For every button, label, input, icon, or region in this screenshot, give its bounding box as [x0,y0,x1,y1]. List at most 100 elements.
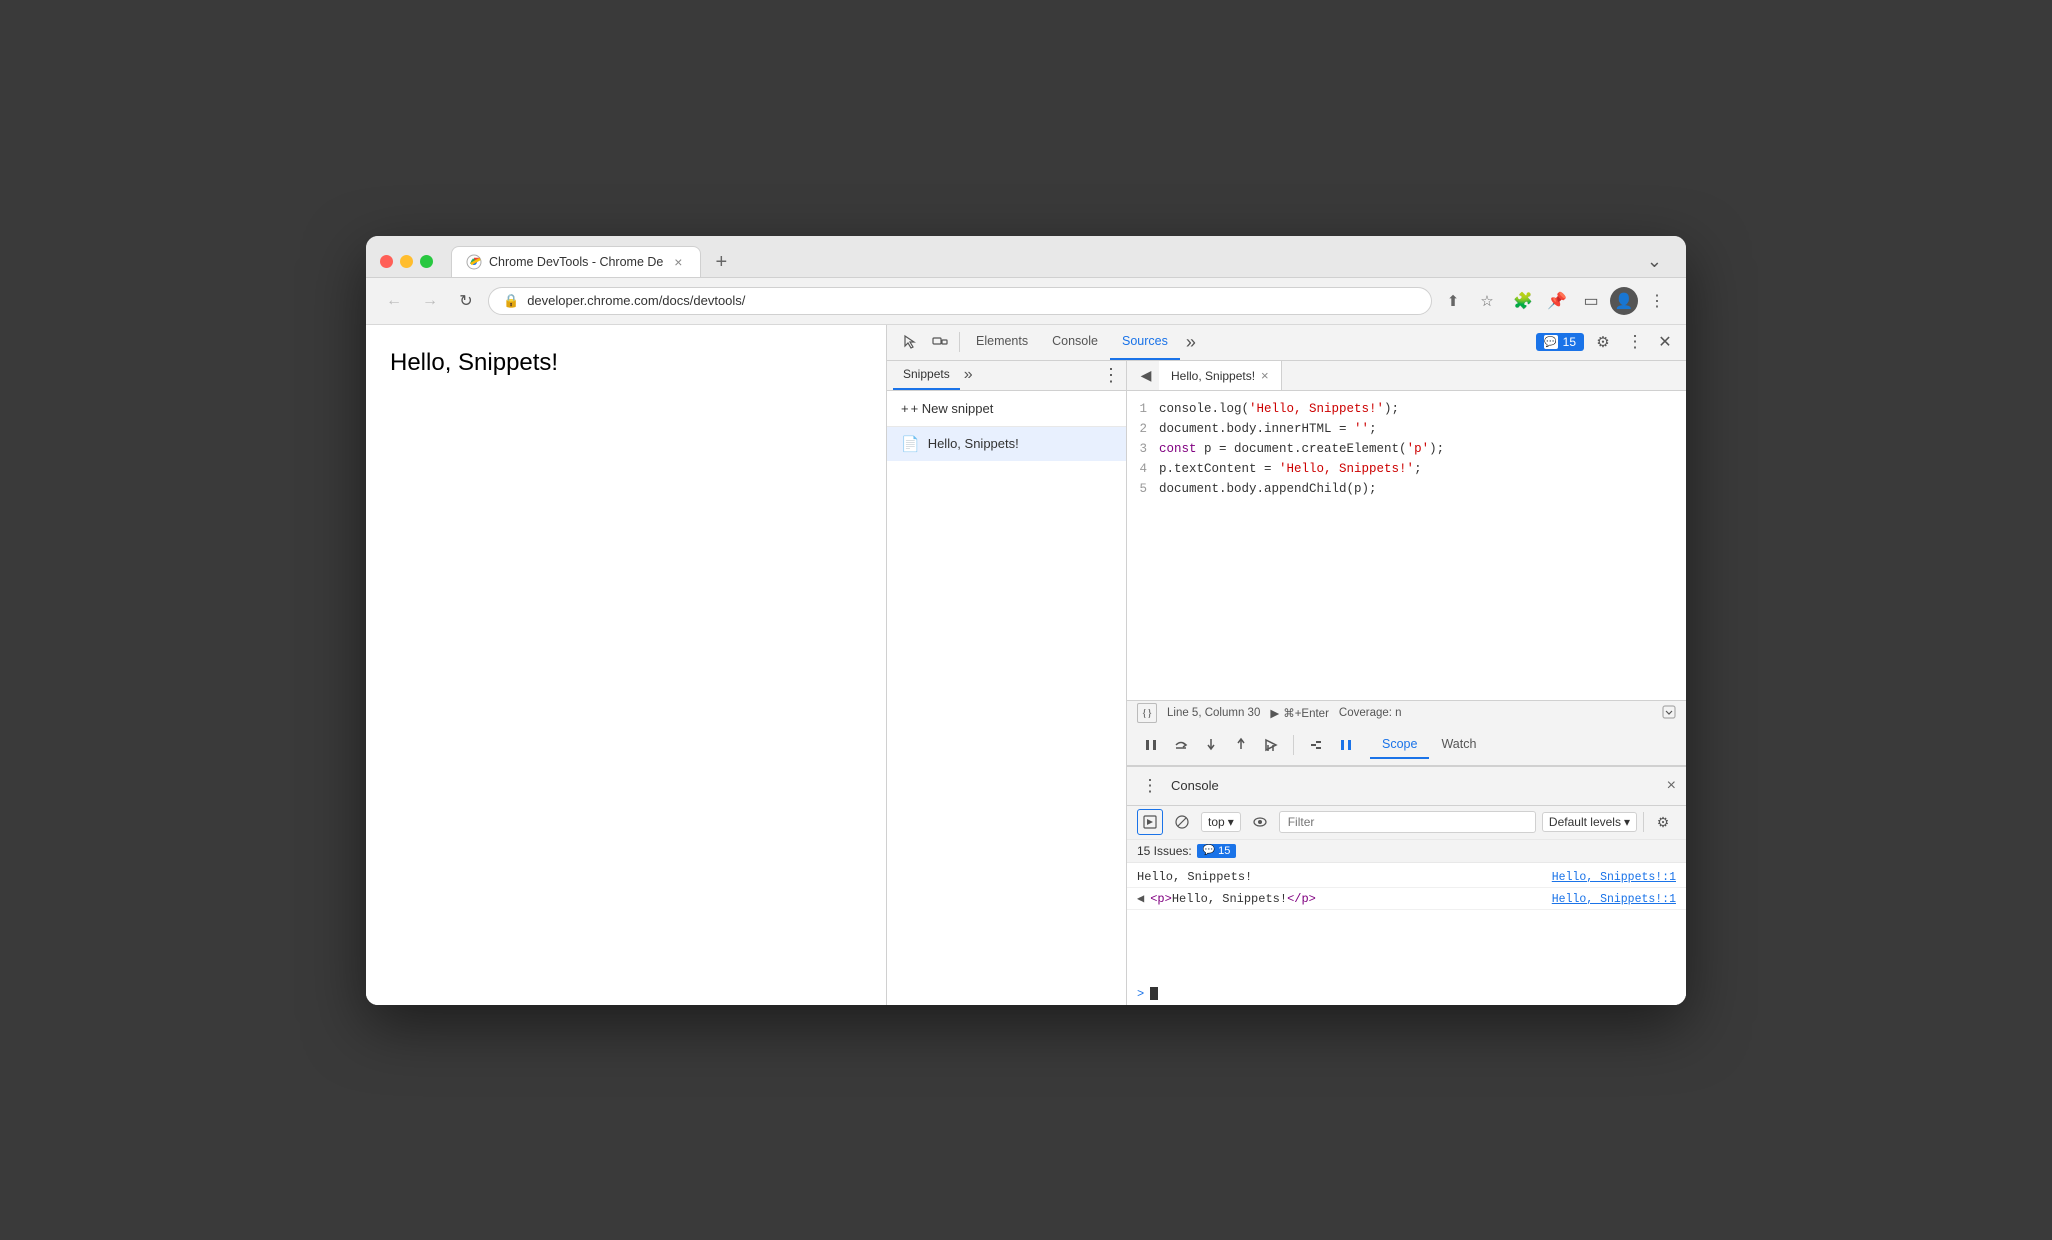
context-label: top [1208,815,1225,829]
inspect-element-button[interactable] [895,327,925,357]
browser-menu-button[interactable]: ⋮ [1642,286,1672,316]
address-bar: ← → ↻ 🔒 developer.chrome.com/docs/devtoo… [366,278,1686,325]
reload-button[interactable]: ↻ [452,287,480,315]
step-out-icon [1233,737,1249,753]
console-levels-selector[interactable]: Default levels ▾ [1542,812,1637,832]
bookmark-button[interactable]: ☆ [1474,288,1500,314]
step-button[interactable] [1257,731,1285,759]
editor-tab-close-button[interactable]: × [1261,368,1269,383]
issues-badge-count: 15 [1218,845,1230,857]
extensions-button[interactable]: 🧩 [1508,286,1538,316]
console-filter-input[interactable] [1279,811,1536,833]
editor-tab-name: Hello, Snippets! [1171,369,1255,383]
step-into-icon [1203,737,1219,753]
close-window-button[interactable] [380,255,393,268]
console-log-element: ◀ <p>Hello, Snippets!</p> Hello, Snippet… [1127,888,1686,910]
coverage-dropdown-button[interactable] [1662,705,1676,722]
debugger-toolbar: Scope Watch [1127,726,1686,766]
tab-elements[interactable]: Elements [964,324,1040,360]
console-header: ⋮ Console × [1127,767,1686,806]
run-snippet-button[interactable]: ▶ ⌘+Enter [1270,706,1329,720]
scope-tab[interactable]: Scope [1370,731,1429,759]
clear-console-button[interactable] [1169,809,1195,835]
device-toolbar-button[interactable] [925,327,955,357]
issues-row: 15 Issues: 💬 15 [1127,840,1686,863]
snippet-item-hello[interactable]: 📄 Hello, Snippets! [887,427,1126,461]
snippets-tab[interactable]: Snippets [893,361,960,390]
console-context-selector[interactable]: top ▾ [1201,812,1241,832]
deactivate-breakpoints-button[interactable] [1302,731,1330,759]
line-code-1: console.log('Hello, Snippets!'); [1159,399,1399,419]
devtools-close-button[interactable]: ✕ [1652,329,1678,355]
watch-tab[interactable]: Watch [1429,731,1488,759]
issues-badge[interactable]: 💬 15 [1536,333,1584,351]
devtools-menu-button[interactable]: ⋮ [1622,329,1648,355]
url-actions: ⬆ ☆ [1440,288,1500,314]
traffic-lights [380,255,433,268]
console-input-line: > [1127,983,1686,1005]
pause-exceptions-icon [1338,737,1354,753]
issues-count-badge[interactable]: 💬 15 [1197,844,1237,858]
step-over-button[interactable] [1167,731,1195,759]
console-log-text-2: <p>Hello, Snippets!</p> [1150,892,1552,906]
console-eye-button[interactable] [1247,809,1273,835]
console-settings-button[interactable]: ⚙ [1650,809,1676,835]
issues-count: 15 [1563,335,1576,349]
console-execute-button[interactable] [1137,809,1163,835]
editor-tabs: ◀ Hello, Snippets! × [1127,361,1686,391]
more-tabs-button[interactable]: » [1180,332,1202,353]
devtools-tabs: Elements Console Sources » 💬 15 ⚙ ⋮ ✕ [887,325,1686,361]
profile-button[interactable]: 📌 [1542,286,1572,316]
editor-tab-hello[interactable]: Hello, Snippets! × [1159,361,1282,391]
snippet-file-icon: 📄 [901,435,920,453]
tab-console[interactable]: Console [1040,324,1110,360]
line-number-1: 1 [1127,399,1159,419]
lock-icon: 🔒 [503,293,519,309]
code-editor[interactable]: 1 console.log('Hello, Snippets!'); 2 doc… [1127,391,1686,700]
expand-icon[interactable]: ◀ [1137,891,1144,906]
maximize-window-button[interactable] [420,255,433,268]
dropdown-icon [1662,705,1676,719]
code-line-5: 5 document.body.appendChild(p); [1127,479,1686,499]
tab-close-button[interactable]: × [670,254,686,270]
cursor-icon [902,334,918,350]
code-line-1: 1 console.log('Hello, Snippets!'); [1127,399,1686,419]
line-number-5: 5 [1127,479,1159,499]
badge-chat-icon: 💬 [1203,845,1215,856]
line-code-3: const p = document.createElement('p'); [1159,439,1444,459]
settings-button[interactable]: ⚙ [1588,327,1618,357]
panel-more-button[interactable]: » [960,366,977,384]
panel-tabs: Snippets » ⋮ [887,361,1126,391]
step-out-button[interactable] [1227,731,1255,759]
step-into-button[interactable] [1197,731,1225,759]
console-menu-button[interactable]: ⋮ [1137,773,1163,799]
snippet-item-name: Hello, Snippets! [928,436,1019,451]
tab-sources[interactable]: Sources [1110,324,1180,360]
new-snippet-button[interactable]: + + New snippet [887,391,1126,427]
console-log-source-1[interactable]: Hello, Snippets!:1 [1552,871,1676,884]
back-button[interactable]: ← [380,287,408,315]
browser-tab[interactable]: Chrome DevTools - Chrome De × [451,246,701,277]
editor-back-button[interactable]: ◀ [1133,362,1159,388]
line-number-3: 3 [1127,439,1159,459]
pause-on-exceptions-button[interactable] [1332,731,1360,759]
url-bar[interactable]: 🔒 developer.chrome.com/docs/devtools/ [488,287,1432,315]
console-log-source-2[interactable]: Hello, Snippets!:1 [1552,893,1676,906]
sidebar-button[interactable]: ▭ [1576,286,1606,316]
devtools-panel: Elements Console Sources » 💬 15 ⚙ ⋮ ✕ [886,325,1686,1005]
pause-resume-button[interactable] [1137,731,1165,759]
console-prompt-icon: > [1137,987,1144,1001]
tab-overflow-button[interactable]: ⌄ [1637,251,1672,272]
console-close-button[interactable]: × [1667,777,1676,795]
forward-button[interactable]: → [416,287,444,315]
pretty-print-button[interactable]: {} [1137,703,1157,723]
new-tab-button[interactable]: + [707,249,735,277]
cursor-position: Line 5, Column 30 [1167,707,1260,719]
minimize-window-button[interactable] [400,255,413,268]
line-number-4: 4 [1127,459,1159,479]
share-button[interactable]: ⬆ [1440,288,1466,314]
devtools-right-actions: 💬 15 ⚙ ⋮ ✕ [1536,327,1678,357]
panel-menu-button[interactable]: ⋮ [1102,365,1120,386]
avatar-button[interactable]: 👤 [1610,287,1638,315]
console-cursor[interactable] [1150,987,1158,1000]
